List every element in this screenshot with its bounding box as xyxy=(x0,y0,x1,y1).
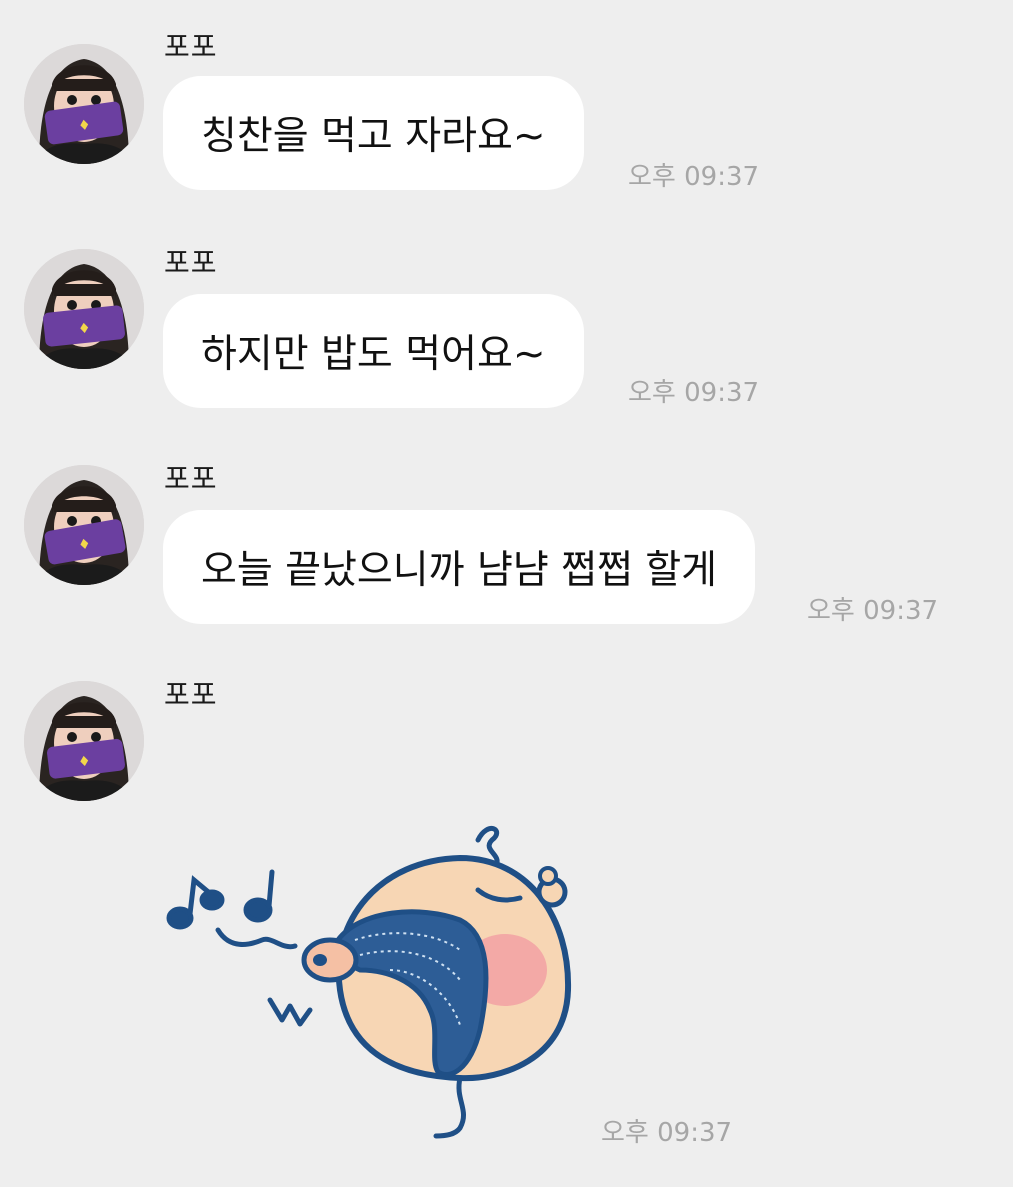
sender-name: 포포 xyxy=(164,678,218,711)
avatar[interactable]: ♦ xyxy=(24,681,144,801)
sender-name: 포포 xyxy=(164,246,218,279)
sender-name: 포포 xyxy=(164,30,218,63)
humming-blob-sticker[interactable] xyxy=(160,810,580,1150)
music-note-icon xyxy=(166,869,275,930)
avatar[interactable]: ♦ xyxy=(24,44,144,164)
avatar[interactable]: ♦ xyxy=(24,465,144,585)
message-bubble[interactable]: 하지만 밥도 먹어요~ xyxy=(163,294,584,408)
message-bubble[interactable]: 칭찬을 먹고 자라요~ xyxy=(163,76,584,190)
message-time: 오후 09:37 xyxy=(628,378,760,408)
svg-text:♦: ♦ xyxy=(77,117,92,135)
svg-text:♦: ♦ xyxy=(77,320,91,337)
message-time: 오후 09:37 xyxy=(807,596,939,626)
message-time: 오후 09:37 xyxy=(628,162,760,192)
avatar[interactable]: ♦ xyxy=(24,249,144,369)
sender-name: 포포 xyxy=(164,462,218,495)
message-bubble[interactable]: 오늘 끝났으니까 냠냠 쩝쩝 할게 xyxy=(163,510,756,624)
svg-text:♦: ♦ xyxy=(77,753,91,770)
message-time: 오후 09:37 xyxy=(601,1118,733,1148)
